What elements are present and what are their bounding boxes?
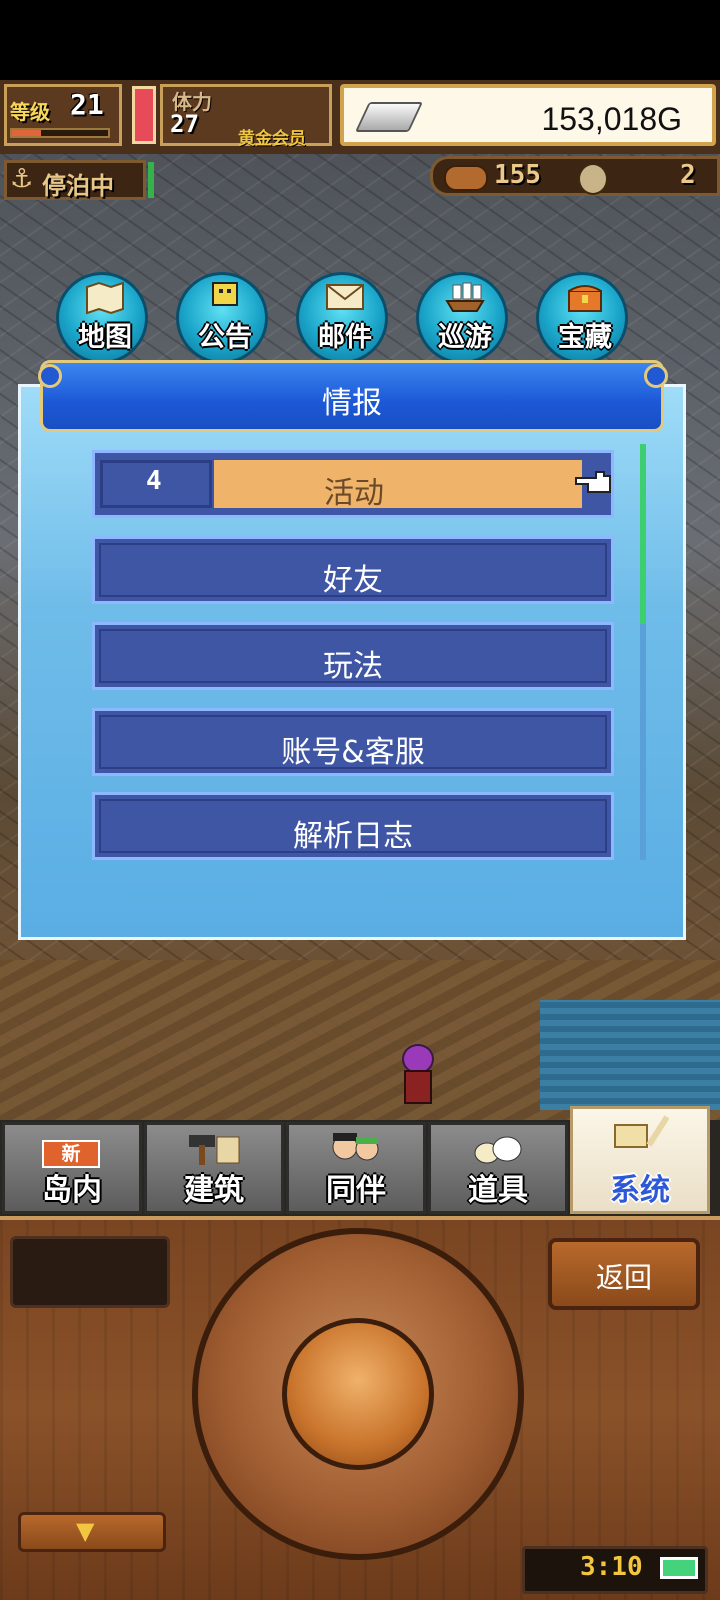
bulletin-label: 公告 [198, 322, 252, 353]
mail-label: 邮件 [318, 322, 372, 353]
tab-system-label: 系统 [610, 1173, 670, 1208]
tab-crew[interactable]: 同伴 [286, 1122, 426, 1214]
anchor-icon: ⚓ [10, 164, 34, 194]
menu-item-friends-label: 好友 [323, 563, 383, 598]
medal-count: 2 [680, 160, 696, 190]
controller-display-slot [10, 1236, 170, 1308]
tab-island[interactable]: 岛内 [2, 1122, 142, 1214]
treasure-label: 宝藏 [558, 322, 612, 353]
tab-island-label: 岛内 [42, 1173, 102, 1208]
mail-icon [326, 284, 364, 310]
tab-buildings[interactable]: 建筑 [144, 1122, 284, 1214]
bulletin-icon [212, 282, 238, 306]
battery-icon [660, 1557, 698, 1579]
medal-icon [578, 163, 608, 195]
stamina-gauge [132, 86, 156, 144]
menu-item-gameplay[interactable]: 玩法 [92, 622, 614, 690]
cruise-button[interactable]: 巡游 [416, 272, 508, 364]
tab-buildings-label: 建筑 [184, 1173, 244, 1208]
game-clock: 3:10 [580, 1552, 643, 1582]
menu-item-analysis-log[interactable]: 解析日志 [92, 792, 614, 860]
stamina-value: 27 [170, 110, 199, 138]
tab-items[interactable]: 道具 [428, 1122, 568, 1214]
map-label: 地图 [78, 322, 132, 353]
gold-amount: 153,018G [541, 101, 682, 137]
menu-item-gameplay-label: 玩法 [323, 649, 383, 684]
items-icon [474, 1136, 522, 1164]
new-badge: 新 [42, 1140, 100, 1168]
map-icon [86, 281, 124, 315]
dock-status-label: 停泊中 [42, 172, 114, 200]
dock-status-bar [148, 162, 154, 198]
gold-member-badge: 黄金会员 [238, 129, 306, 149]
level-exp-fill [12, 130, 41, 136]
map-button[interactable]: 地图 [56, 272, 148, 364]
dialog-title: 情报 [322, 386, 382, 421]
event-count: 4 [146, 466, 162, 496]
ship-icon [445, 282, 485, 312]
menu-item-analysis-log-label: 解析日志 [293, 819, 413, 854]
level-value: 21 [70, 88, 104, 121]
hammer-icon [189, 1135, 240, 1165]
wood-icon [444, 165, 488, 191]
tab-system[interactable]: 系统 [570, 1106, 710, 1214]
menu-item-events-label: 活动 [324, 476, 384, 511]
tab-items-label: 道具 [468, 1173, 528, 1208]
menu-item-friends[interactable]: 好友 [92, 536, 614, 604]
menu-item-account-support-label: 账号&客服 [281, 735, 425, 770]
bulletin-button[interactable]: 公告 [176, 272, 268, 364]
cruise-label: 巡游 [438, 322, 492, 353]
tab-crew-label: 同伴 [326, 1173, 386, 1208]
action-button[interactable] [282, 1318, 434, 1470]
crew-icon [332, 1133, 379, 1161]
pointer-hand-icon [575, 471, 611, 493]
sea-water [540, 1000, 720, 1110]
player-character[interactable] [398, 1044, 434, 1104]
back-button-label: 返回 [595, 1261, 652, 1294]
level-label: 等级 [10, 100, 50, 124]
mail-button[interactable]: 邮件 [296, 272, 388, 364]
menu-item-account-support[interactable]: 账号&客服 [92, 708, 614, 776]
treasure-button[interactable]: 宝藏 [536, 272, 628, 364]
wood-count: 155 [494, 160, 541, 190]
scrollbar-thumb[interactable] [640, 444, 646, 624]
scroll-quill-icon [614, 1115, 669, 1148]
treasure-chest-icon [568, 285, 602, 312]
triangle-down-icon: ▼ [76, 1517, 95, 1545]
